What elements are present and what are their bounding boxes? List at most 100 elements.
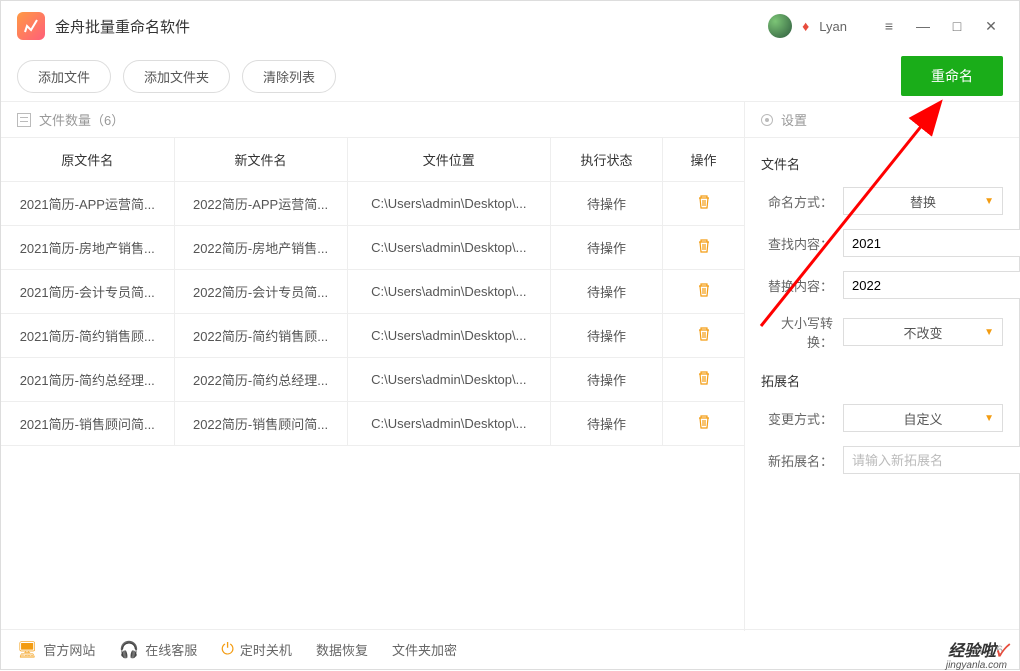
toolbar: 添加文件 添加文件夹 清除列表 重命名	[1, 51, 1019, 101]
list-icon	[17, 113, 31, 127]
minimize-button[interactable]: —	[911, 14, 935, 38]
add-folder-button[interactable]: 添加文件夹	[123, 60, 230, 93]
cell-status: 待操作	[551, 314, 663, 358]
cell-new: 2022简历-销售顾问简...	[174, 402, 347, 446]
case-label: 大小写转换：	[761, 313, 833, 351]
content: 文件数量（6） 原文件名 新文件名 文件位置 执行状态 操作 2021简历-AP…	[1, 101, 1019, 631]
cell-status: 待操作	[551, 270, 663, 314]
header-original: 原文件名	[1, 138, 174, 182]
filename-section-label: 文件名	[761, 154, 1003, 173]
headset-icon: 🎧	[119, 640, 139, 660]
cell-original: 2021简历-销售顾问简...	[1, 402, 174, 446]
table-row: 2021简历-简约总经理... 2022简历-简约总经理... C:\Users…	[1, 358, 744, 402]
cell-original: 2021简历-会计专员简...	[1, 270, 174, 314]
replace-row: 替换内容：	[761, 271, 1003, 299]
file-count-label: 文件数量（6）	[39, 110, 124, 129]
find-input[interactable]	[843, 229, 1020, 257]
avatar[interactable]	[768, 14, 792, 38]
cell-location: C:\Users\admin\Desktop\...	[347, 358, 551, 402]
naming-method-row: 命名方式： 替换	[761, 187, 1003, 215]
table-row: 2021简历-APP运营简... 2022简历-APP运营简... C:\Use…	[1, 182, 744, 226]
official-site-link[interactable]: 🖥 官方网站	[17, 640, 95, 660]
cell-action	[663, 358, 744, 402]
trash-icon[interactable]	[696, 326, 712, 345]
table-header-row: 原文件名 新文件名 文件位置 执行状态 操作	[1, 138, 744, 182]
titlebar: 金舟批量重命名软件 ♦ Lyan ≡ — □ ✕	[1, 1, 1019, 51]
cell-action	[663, 226, 744, 270]
cell-location: C:\Users\admin\Desktop\...	[347, 270, 551, 314]
online-service-link[interactable]: 🎧 在线客服	[119, 640, 197, 660]
table-row: 2021简历-会计专员简... 2022简历-会计专员简... C:\Users…	[1, 270, 744, 314]
table-row: 2021简历-房地产销售... 2022简历-房地产销售... C:\Users…	[1, 226, 744, 270]
cell-status: 待操作	[551, 358, 663, 402]
trash-icon[interactable]	[696, 282, 712, 301]
app-title: 金舟批量重命名软件	[55, 16, 190, 37]
watermark-url: jingyanla.com	[946, 660, 1007, 671]
maximize-button[interactable]: □	[945, 14, 969, 38]
titlebar-left: 金舟批量重命名软件	[17, 12, 190, 40]
case-select[interactable]: 不改变	[843, 318, 1003, 346]
cell-original: 2021简历-APP运营简...	[1, 182, 174, 226]
new-ext-row: 新拓展名：	[761, 446, 1003, 474]
settings-body: 文件名 命名方式： 替换 查找内容： 替换内容： 大小写转换： 不改变 拓展名 …	[745, 138, 1019, 504]
trash-icon[interactable]	[696, 414, 712, 433]
cell-location: C:\Users\admin\Desktop\...	[347, 182, 551, 226]
file-table: 原文件名 新文件名 文件位置 执行状态 操作 2021简历-APP运营简... …	[1, 138, 744, 446]
cell-original: 2021简历-房地产销售...	[1, 226, 174, 270]
folder-encrypt-link[interactable]: 文件夹加密	[392, 640, 457, 659]
table-row: 2021简历-简约销售顾... 2022简历-简约销售顾... C:\Users…	[1, 314, 744, 358]
trash-icon[interactable]	[696, 370, 712, 389]
settings-icon	[761, 114, 773, 126]
rename-button[interactable]: 重命名	[901, 56, 1003, 96]
header-status: 执行状态	[551, 138, 663, 182]
menu-button[interactable]: ≡	[877, 14, 901, 38]
clear-list-button[interactable]: 清除列表	[242, 60, 336, 93]
naming-method-label: 命名方式：	[761, 192, 833, 211]
settings-title: 设置	[781, 110, 807, 129]
settings-header: 设置	[745, 102, 1019, 138]
cell-new: 2022简历-会计专员简...	[174, 270, 347, 314]
case-row: 大小写转换： 不改变	[761, 313, 1003, 351]
cell-original: 2021简历-简约总经理...	[1, 358, 174, 402]
trash-icon[interactable]	[696, 194, 712, 213]
left-panel: 文件数量（6） 原文件名 新文件名 文件位置 执行状态 操作 2021简历-AP…	[1, 101, 744, 631]
vip-icon: ♦	[802, 18, 809, 34]
data-recovery-link[interactable]: 数据恢复	[316, 640, 368, 659]
cell-location: C:\Users\admin\Desktop\...	[347, 226, 551, 270]
header-new: 新文件名	[174, 138, 347, 182]
header-action: 操作	[663, 138, 744, 182]
cell-action	[663, 314, 744, 358]
trash-icon[interactable]	[696, 238, 712, 257]
cell-action	[663, 270, 744, 314]
change-method-select[interactable]: 自定义	[843, 404, 1003, 432]
cell-action	[663, 182, 744, 226]
titlebar-right: ♦ Lyan ≡ — □ ✕	[768, 14, 1003, 38]
timer-shutdown-link[interactable]: ⏻ 定时关机	[221, 640, 292, 659]
cell-action	[663, 402, 744, 446]
cell-location: C:\Users\admin\Desktop\...	[347, 314, 551, 358]
username: Lyan	[819, 19, 847, 34]
change-method-label: 变更方式：	[761, 409, 833, 428]
cell-new: 2022简历-简约总经理...	[174, 358, 347, 402]
cell-new: 2022简历-房地产销售...	[174, 226, 347, 270]
power-icon: ⏻	[221, 641, 234, 659]
naming-method-select[interactable]: 替换	[843, 187, 1003, 215]
table-row: 2021简历-销售顾问简... 2022简历-销售顾问简... C:\Users…	[1, 402, 744, 446]
cell-status: 待操作	[551, 226, 663, 270]
replace-label: 替换内容：	[761, 276, 833, 295]
find-row: 查找内容：	[761, 229, 1003, 257]
cell-location: C:\Users\admin\Desktop\...	[347, 402, 551, 446]
cell-original: 2021简历-简约销售顾...	[1, 314, 174, 358]
settings-panel: 设置 文件名 命名方式： 替换 查找内容： 替换内容： 大小写转换： 不改变 拓…	[744, 101, 1019, 631]
replace-input[interactable]	[843, 271, 1020, 299]
watermark: 经验啦✓	[948, 637, 1007, 661]
footer: 🖥 官方网站 🎧 在线客服 ⏻ 定时关机 数据恢复 文件夹加密 v4.1.6	[1, 629, 1019, 669]
app-icon	[17, 12, 45, 40]
cell-new: 2022简历-简约销售顾...	[174, 314, 347, 358]
add-file-button[interactable]: 添加文件	[17, 60, 111, 93]
cell-status: 待操作	[551, 182, 663, 226]
cell-status: 待操作	[551, 402, 663, 446]
new-ext-input[interactable]	[843, 446, 1020, 474]
close-button[interactable]: ✕	[979, 14, 1003, 38]
change-method-row: 变更方式： 自定义	[761, 404, 1003, 432]
